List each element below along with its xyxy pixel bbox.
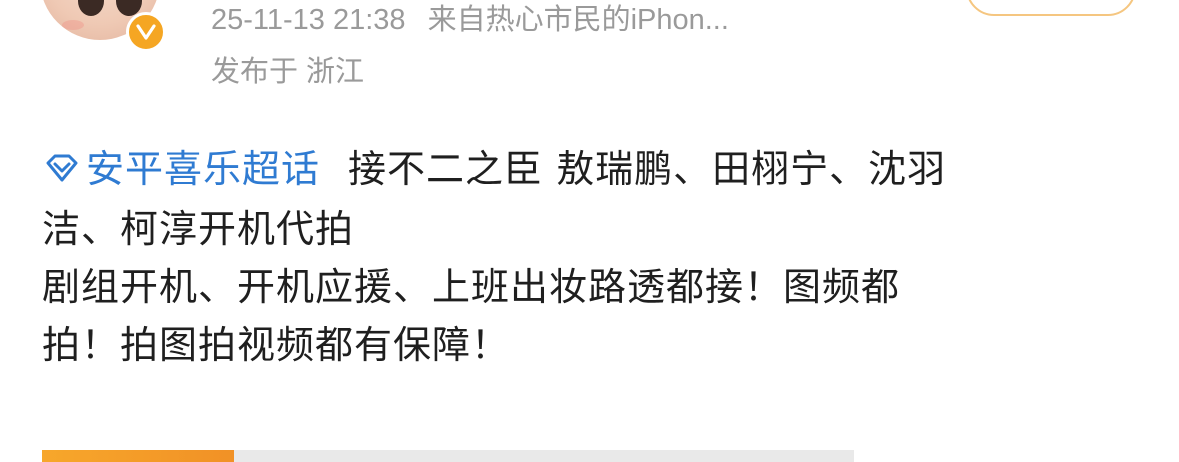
- post-source[interactable]: 来自热心市民的iPhon...: [428, 4, 729, 36]
- post-text-line: 拍！拍图拍视频都有保障！: [42, 323, 511, 367]
- post-timestamp: 25-11-13 21:38: [211, 4, 406, 36]
- media-thumbnail[interactable]: [42, 450, 234, 462]
- topic-label: 安平喜乐超话: [86, 147, 321, 191]
- topic-link[interactable]: 安平喜乐超话: [42, 147, 320, 191]
- post-text-line: 剧组开机、开机应援、上班出妆路透都接！图频都: [42, 265, 901, 309]
- diamond-topic-icon: [42, 142, 82, 200]
- verified-badge-icon: [126, 12, 166, 52]
- avatar-cheek: [62, 20, 84, 30]
- follow-button[interactable]: [966, 0, 1136, 16]
- post-location: 发布于 浙江: [211, 56, 365, 88]
- post-content: 安平喜乐超话 接不二之臣 敖瑞鹏、田栩宁、沈羽 洁、柯淳开机代拍 剧组开机、开机应…: [42, 140, 1142, 374]
- weibo-post: 25-11-13 21:38 来自热心市民的iPhon... 发布于 浙江 安平喜…: [0, 0, 1179, 462]
- post-text-segment: 接不二之臣 敖瑞鹏、田栩宁、沈羽: [348, 147, 947, 191]
- post-text-line: 洁、柯淳开机代拍: [42, 207, 355, 251]
- media-preview[interactable]: [42, 450, 854, 462]
- avatar-eye: [78, 0, 104, 16]
- post-meta: 25-11-13 21:38 来自热心市民的iPhon...: [211, 6, 729, 35]
- post-text-line: 安平喜乐超话 接不二之臣 敖瑞鹏、田栩宁、沈羽: [42, 140, 1142, 200]
